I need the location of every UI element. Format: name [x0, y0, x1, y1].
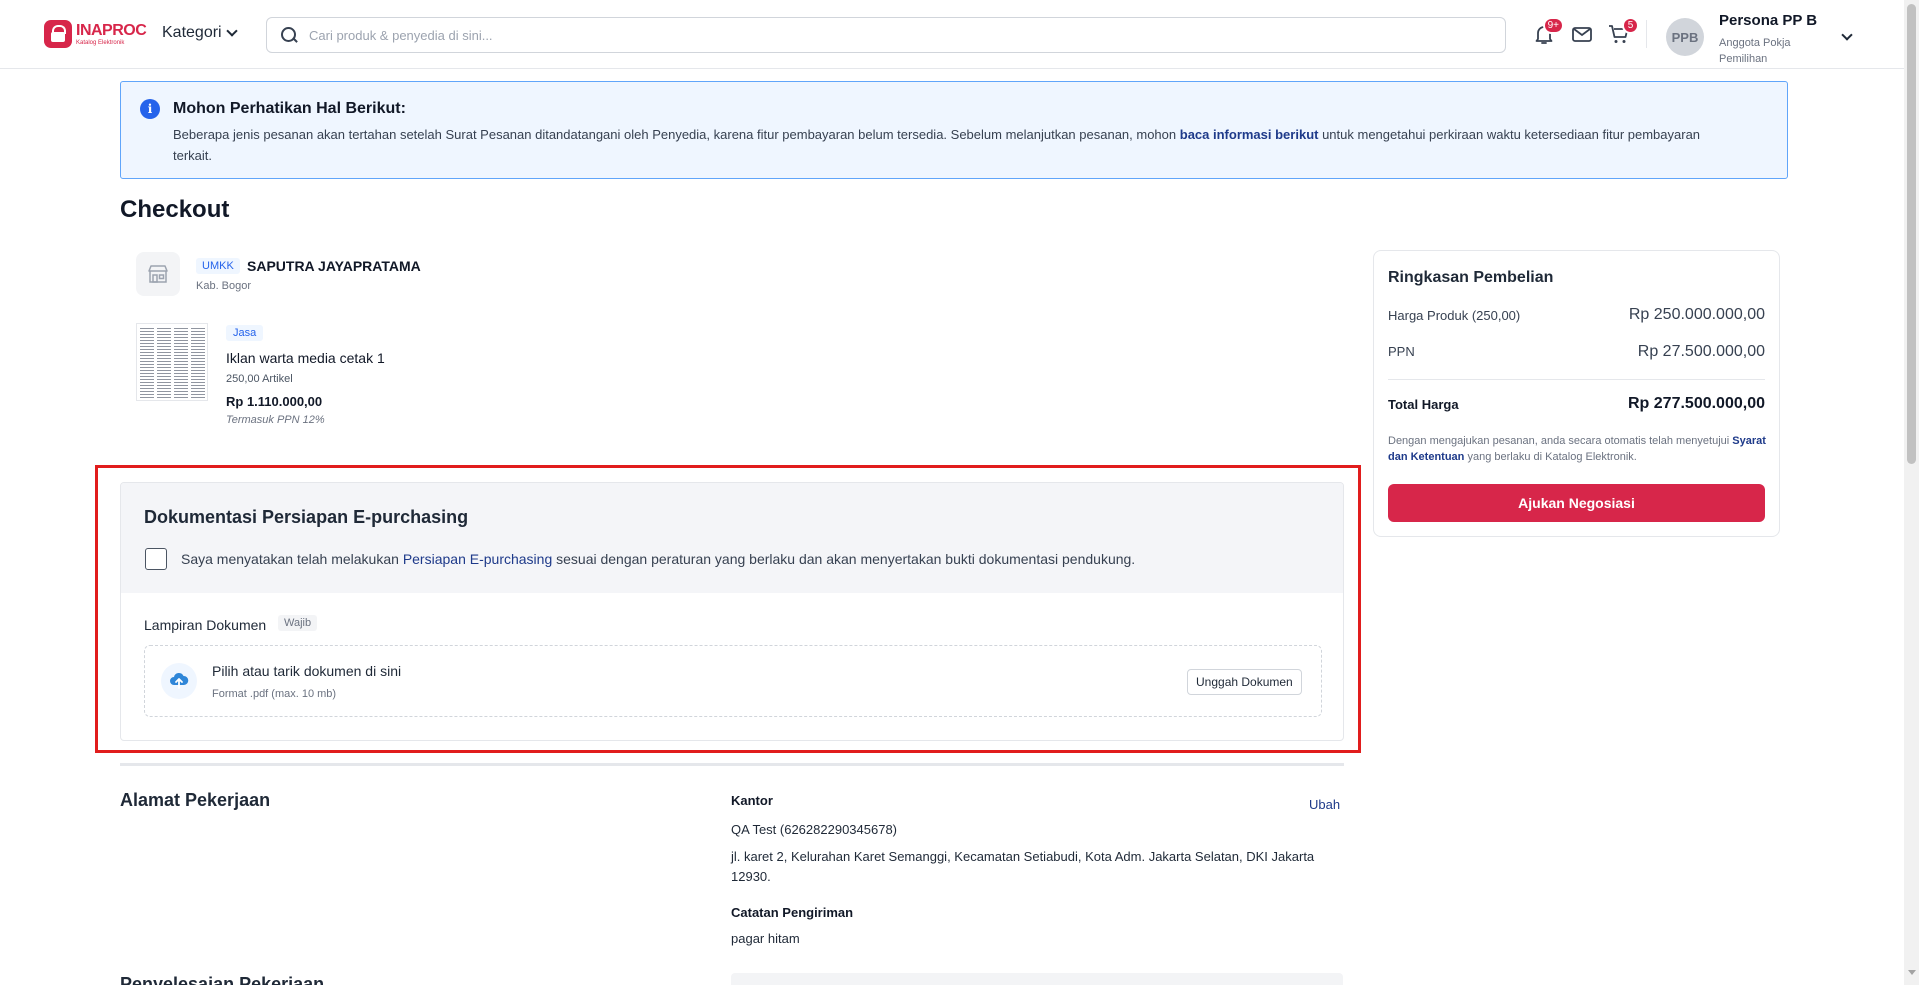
kategori-label: Kategori: [162, 24, 222, 41]
header-divider: [1646, 20, 1647, 48]
product-quantity: 250,00 Artikel: [226, 373, 293, 385]
logo-title: INAPROC: [76, 21, 147, 39]
address-full: jl. karet 2, Kelurahan Karet Semanggi, K…: [731, 849, 1315, 884]
inaproc-logo[interactable]: INAPROC Katalog Elektronik: [44, 20, 147, 48]
top-navbar: INAPROC Katalog Elektronik Kategori 9+ 5: [0, 0, 1904, 69]
product-type-badge: Jasa: [226, 325, 264, 341]
info-icon: i: [140, 99, 160, 119]
delivery-notes: pagar hitam: [731, 931, 800, 946]
search-icon: [281, 27, 297, 43]
chevron-down-icon[interactable]: [1841, 29, 1853, 41]
inbox-button[interactable]: [1570, 22, 1596, 48]
search-input[interactable]: [309, 27, 1459, 43]
highlight-frame: [95, 465, 1361, 753]
address-label: Kantor: [731, 793, 773, 808]
product-price-label: Harga Produk (250,00): [1388, 308, 1521, 323]
work-completion-title: Penyelesaian Pekerjaan: [120, 974, 325, 985]
store-icon: [136, 252, 180, 296]
page-title: Checkout: [120, 196, 230, 223]
product-tax-note: Termasuk PPN 12%: [226, 414, 325, 426]
submit-negotiation-button[interactable]: Ajukan Negosiasi: [1388, 484, 1765, 522]
product-price-value: Rp 250.000.000,00: [1628, 306, 1765, 323]
tax-label: PPN: [1388, 344, 1415, 359]
work-address-title: Alamat Pekerjaan: [120, 790, 271, 810]
notice-body: Beberapa jenis pesanan akan tertahan set…: [173, 124, 1733, 166]
product-thumbnail[interactable]: [136, 323, 208, 401]
seller-location: Kab. Bogor: [196, 280, 252, 292]
notification-badge: 9+: [1542, 17, 1564, 34]
notice-text-start: Beberapa jenis pesanan akan tertahan set…: [173, 127, 1180, 142]
logo-subtitle: Katalog Elektronik: [76, 39, 125, 46]
search-bar[interactable]: [266, 17, 1506, 53]
work-completion-field[interactable]: [731, 973, 1343, 985]
section-divider: [120, 763, 1344, 766]
notification-button[interactable]: 9+: [1532, 17, 1564, 48]
summary-divider: [1388, 379, 1765, 380]
scrollbar-thumb[interactable]: [1907, 4, 1916, 464]
tax-value: Rp 27.500.000,00: [1637, 343, 1765, 360]
product-name[interactable]: Iklan warta media cetak 1: [226, 350, 385, 366]
terms-note-end: yang berlaku di Katalog Elektronik.: [1464, 451, 1637, 463]
terms-note-start: Dengan mengajukan pesanan, anda secara o…: [1388, 435, 1733, 447]
terms-note: Dengan mengajukan pesanan, anda secara o…: [1388, 433, 1768, 465]
total-label: Total Harga: [1388, 397, 1459, 412]
payment-notice-banner: i Mohon Perhatikan Hal Berikut: Beberapa…: [120, 81, 1788, 179]
product-price: Rp 1.110.000,00: [226, 394, 323, 409]
chevron-down-icon: [225, 25, 238, 37]
notice-title: Mohon Perhatikan Hal Berikut:: [173, 100, 406, 117]
avatar[interactable]: PPB: [1666, 18, 1704, 56]
summary-title: Ringkasan Pembelian: [1388, 269, 1554, 286]
seller-name[interactable]: SAPUTRA JAYAPRATAMA: [247, 258, 421, 274]
purchase-summary-card: Ringkasan Pembelian Harga Produk (250,00…: [1373, 250, 1780, 537]
user-name[interactable]: Persona PP B: [1719, 12, 1817, 29]
scroll-down-arrow[interactable]: [1908, 970, 1916, 975]
mail-icon: [1572, 27, 1592, 42]
address-contact: QA Test (626282290345678): [731, 822, 898, 837]
shopping-bag-icon: [44, 20, 72, 48]
user-role: Anggota Pokja Pemilihan: [1719, 37, 1791, 65]
total-value: Rp 277.500.000,00: [1628, 395, 1765, 412]
delivery-notes-label: Catatan Pengiriman: [731, 905, 854, 920]
seller-category-badge: UMKK: [196, 258, 240, 274]
cart-button[interactable]: 5: [1607, 17, 1639, 48]
cart-badge: 5: [1622, 17, 1639, 34]
edit-address-link[interactable]: Ubah: [1309, 797, 1340, 812]
notice-info-link[interactable]: baca informasi berikut: [1180, 127, 1319, 142]
kategori-dropdown[interactable]: Kategori: [162, 24, 238, 42]
